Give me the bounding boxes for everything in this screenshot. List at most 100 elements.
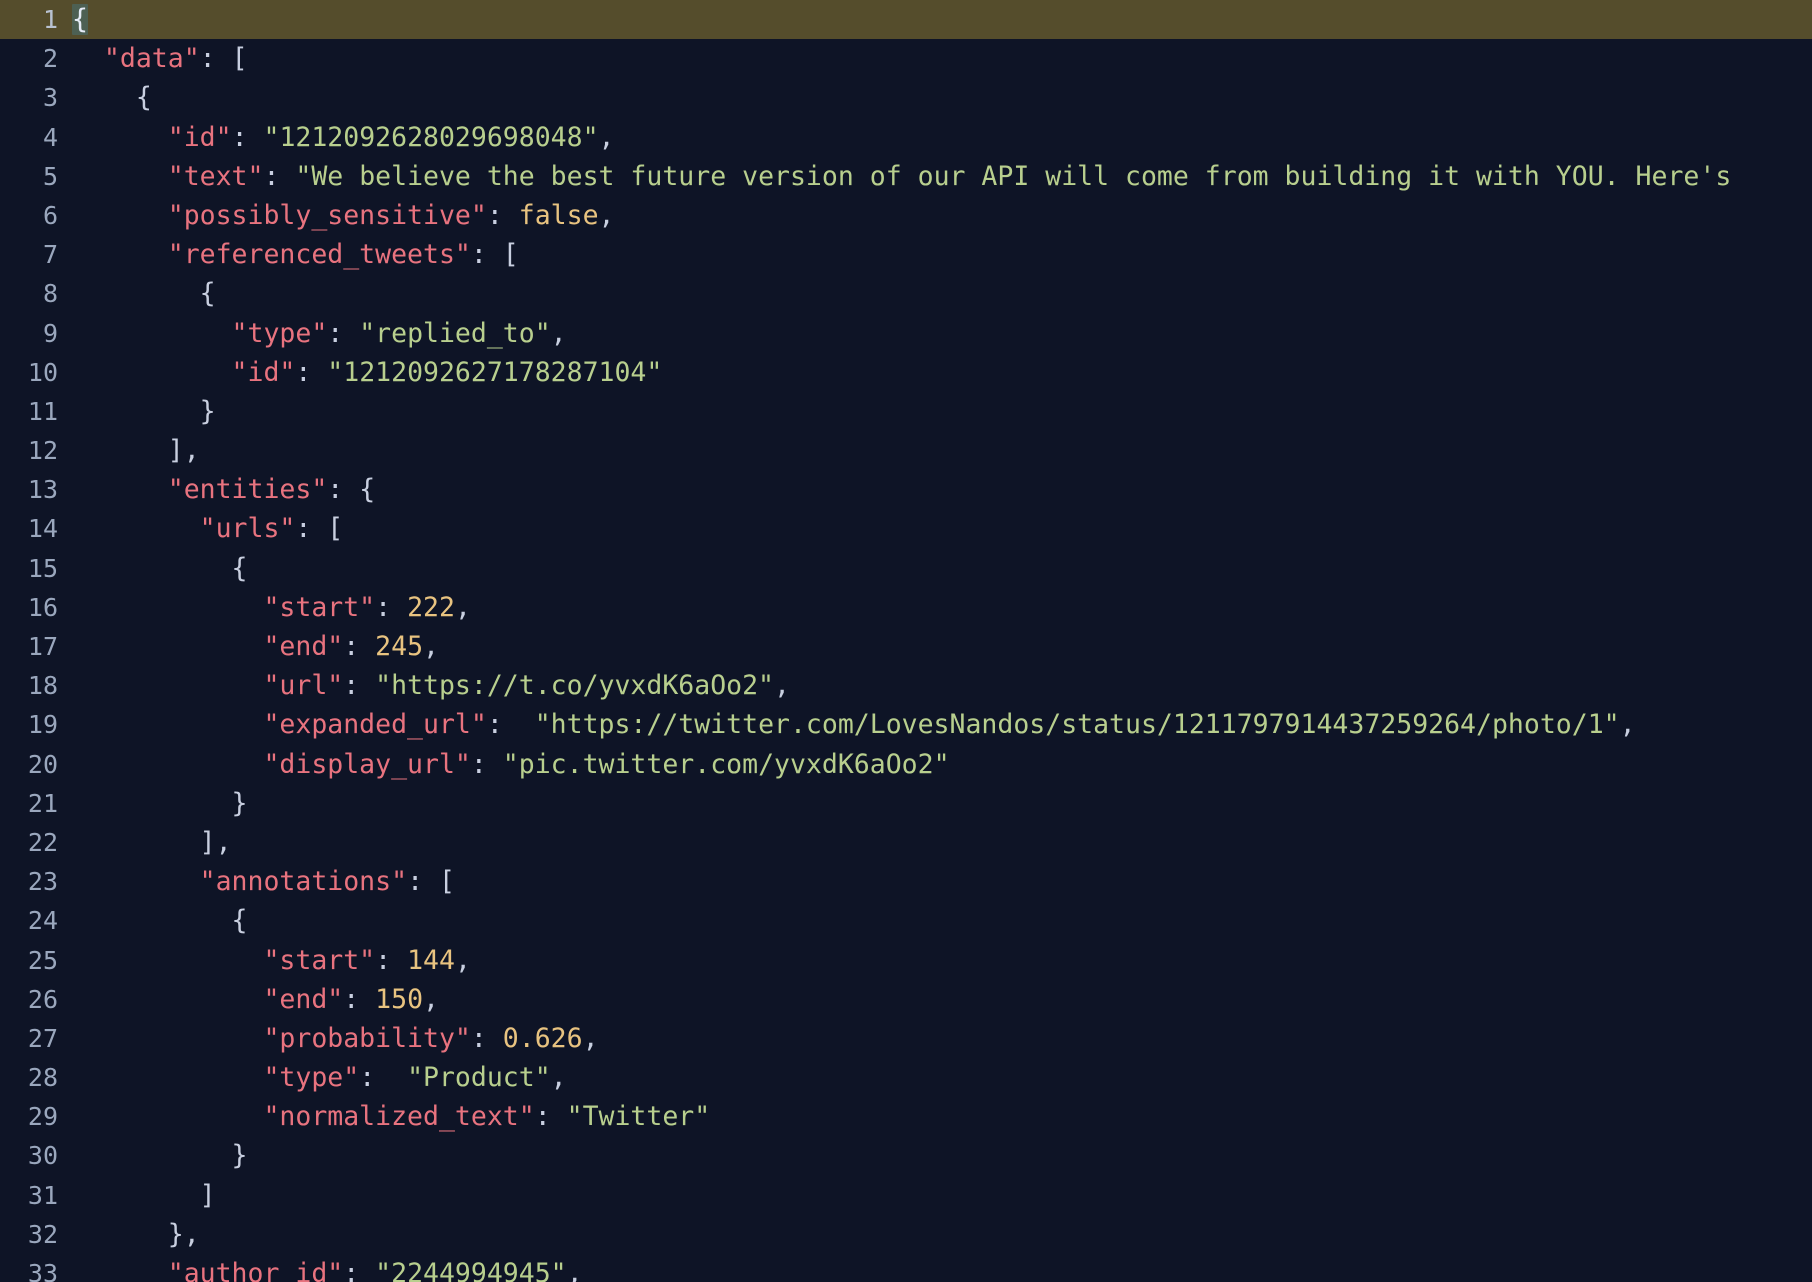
code-line-content: "author_id": "2244994945", <box>58 1254 1812 1282</box>
code-line[interactable]: 2 "data": [ <box>0 39 1812 78</box>
code-line[interactable]: 29 "normalized_text": "Twitter" <box>0 1097 1812 1136</box>
code-line-content: "url": "https://t.co/yvxdK6aOo2", <box>58 666 1812 705</box>
code-line[interactable]: 24 { <box>0 901 1812 940</box>
code-token: { <box>199 278 216 310</box>
code-line[interactable]: 30 } <box>0 1136 1812 1175</box>
code-line[interactable]: 16 "start": 222, <box>0 588 1812 627</box>
code-token: : <box>470 239 503 271</box>
code-token: } <box>199 395 216 427</box>
code-token: "text" <box>167 160 264 192</box>
code-line[interactable]: 27 "probability": 0.626, <box>0 1019 1812 1058</box>
code-line[interactable]: 26 "end": 150, <box>0 980 1812 1019</box>
code-line[interactable]: 12 ], <box>0 431 1812 470</box>
line-number: 14 <box>27 514 58 544</box>
code-line[interactable]: 5 "text": "We believe the best future ve… <box>0 157 1812 196</box>
code-token: : <box>486 709 535 741</box>
code-token: , <box>423 631 439 662</box>
code-token: "2244994945" <box>375 1258 567 1282</box>
code-line[interactable]: 11 } <box>0 392 1812 431</box>
code-token: } <box>231 1140 248 1172</box>
code-token: { <box>135 82 152 114</box>
code-line-content: "expanded_url": "https://twitter.com/Lov… <box>58 705 1812 744</box>
code-line[interactable]: 1{ <box>0 0 1812 40</box>
code-token: , <box>774 670 790 702</box>
code-token: "replied_to" <box>359 317 551 349</box>
line-number: 8 <box>42 279 58 309</box>
code-line[interactable]: 21 } <box>0 784 1812 823</box>
code-line[interactable]: 20 "display_url": "pic.twitter.com/yvxdK… <box>0 745 1812 784</box>
code-token: , <box>454 591 471 623</box>
code-token: : <box>295 356 328 388</box>
code-line[interactable]: 25 "start": 144, <box>0 941 1812 980</box>
code-line-content: "end": 150, <box>58 980 1812 1019</box>
code-token: 222 <box>407 591 455 623</box>
line-number: 5 <box>42 161 58 191</box>
code-token: , <box>215 826 232 858</box>
code-line[interactable]: 22 ], <box>0 823 1812 862</box>
code-line[interactable]: 10 "id": "1212092627178287104" <box>0 353 1812 392</box>
line-number: 22 <box>27 827 58 857</box>
code-line[interactable]: 9 "type": "replied_to", <box>0 314 1812 353</box>
code-line-content: } <box>58 784 1812 823</box>
code-lines-container[interactable]: 1{2 "data": [3 {4 "id": "121209262802969… <box>0 0 1812 1282</box>
code-token: : <box>486 199 519 231</box>
code-token: false <box>518 199 599 231</box>
code-line[interactable]: 7 "referenced_tweets": [ <box>0 235 1812 274</box>
code-line-content: ], <box>58 431 1812 470</box>
code-token: : <box>343 631 376 662</box>
code-line-content: "id": "1212092628029698048", <box>58 118 1812 157</box>
code-line[interactable]: 4 "id": "1212092628029698048", <box>0 118 1812 157</box>
code-token: "type" <box>231 317 328 349</box>
code-line[interactable]: 3 { <box>0 78 1812 117</box>
code-token: : <box>375 944 408 976</box>
line-number: 26 <box>27 984 58 1014</box>
code-token: "1212092628029698048" <box>263 121 599 153</box>
code-token: "probability" <box>263 1022 471 1054</box>
code-line[interactable]: 8 { <box>0 274 1812 313</box>
code-line[interactable]: 32 }, <box>0 1215 1812 1254</box>
code-token: , <box>566 1258 583 1282</box>
code-token: : <box>343 1258 376 1282</box>
code-line[interactable]: 13 "entities": { <box>0 470 1812 509</box>
code-line[interactable]: 19 "expanded_url": "https://twitter.com/… <box>0 705 1812 744</box>
code-line[interactable]: 14 "urls": [ <box>0 509 1812 548</box>
code-token: "end" <box>263 983 344 1015</box>
line-number: 31 <box>27 1180 58 1210</box>
code-token: "author_id" <box>167 1258 344 1282</box>
code-line-content: { <box>58 901 1812 940</box>
code-line-content: "type": "replied_to", <box>58 314 1812 353</box>
code-line[interactable]: 23 "annotations": [ <box>0 862 1812 901</box>
code-line-content: { <box>58 78 1812 117</box>
code-line-content: "annotations": [ <box>58 862 1812 901</box>
code-line-content: "id": "1212092627178287104" <box>58 353 1812 392</box>
code-line[interactable]: 18 "url": "https://t.co/yvxdK6aOo2", <box>0 666 1812 705</box>
code-line[interactable]: 33 "author_id": "2244994945", <box>0 1254 1812 1282</box>
code-token: } <box>231 787 248 819</box>
code-line[interactable]: 31 ] <box>0 1176 1812 1215</box>
code-line[interactable]: 15 { <box>0 549 1812 588</box>
code-line[interactable]: 6 "possibly_sensitive": false, <box>0 196 1812 235</box>
line-number: 27 <box>27 1023 58 1053</box>
code-token: "id" <box>231 356 296 388</box>
code-line-content: } <box>58 392 1812 431</box>
code-token: } <box>167 1218 184 1250</box>
code-line[interactable]: 28 "type": "Product", <box>0 1058 1812 1097</box>
line-number: 21 <box>27 788 58 818</box>
code-line[interactable]: 17 "end": 245, <box>0 627 1812 666</box>
line-number: 33 <box>27 1259 58 1282</box>
code-token: "display_url" <box>263 748 471 780</box>
code-editor[interactable]: 1{2 "data": [3 {4 "id": "121209262802969… <box>0 0 1812 1282</box>
